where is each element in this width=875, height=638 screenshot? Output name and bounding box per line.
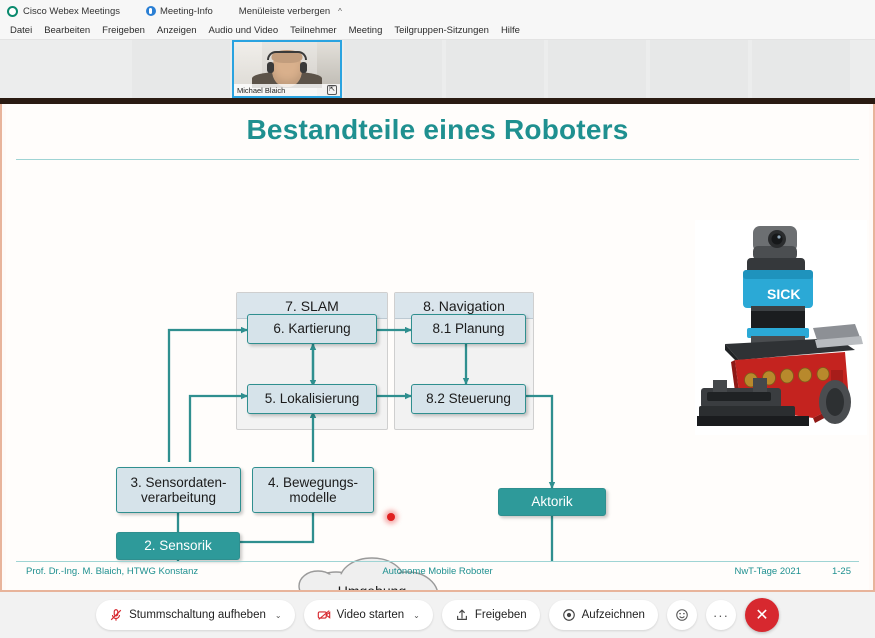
video-tile-empty[interactable] [342,40,444,98]
share-icon [456,609,467,620]
menu-item-datei[interactable]: Datei [4,25,38,36]
svg-text:SICK: SICK [767,286,800,302]
title-divider [16,159,859,160]
participant-filmstrip: Michael Blaich ⇱ [0,40,875,98]
node-bewegung-line2: modelle [289,490,337,505]
video-tile-empty[interactable] [130,40,232,98]
reactions-button[interactable] [666,600,697,630]
video-tile-empty[interactable] [546,40,648,98]
headset-left-icon [267,62,274,73]
record-button-label: Aufzeichnen [581,609,645,621]
node-bewegungsmodelle[interactable]: 4. Bewegungs- modelle [252,467,374,513]
camera-off-icon [317,610,330,620]
more-options-button[interactable]: ··· [705,600,736,630]
info-icon [145,6,156,16]
meeting-control-bar: Stummschaltung aufheben ⌄ Video starten … [0,592,875,638]
participant-name: Michael Blaich [237,85,286,95]
start-video-button[interactable]: Video starten ⌄ [303,600,433,630]
more-icon: ··· [712,607,729,623]
headset-right-icon [300,62,307,73]
chevron-down-icon[interactable]: ⌄ [413,611,420,620]
menu-item-audio-und-video[interactable]: Audio und Video [203,25,285,36]
expand-icon[interactable]: ⇱ [327,85,337,95]
footer-divider [16,561,859,562]
chevron-up-icon: ^ [338,6,342,16]
menu-item-teilnehmer[interactable]: Teilnehmer [284,25,342,36]
headset-band-icon [267,51,307,60]
start-video-button-label: Video starten [336,609,405,621]
webex-brand-label: Cisco Webex Meetings [23,5,120,17]
video-tile-empty[interactable] [444,40,546,98]
menu-bar: Datei Bearbeiten Freigeben Anzeigen Audi… [0,22,875,40]
node-bewegung-line1: 4. Bewegungs- [267,474,359,490]
slide-canvas: Bestandteile eines Roboters 7. SLAM 8. N… [6,104,869,590]
menu-item-teilgruppen-sitzungen[interactable]: Teilgruppen-Sitzungen [388,25,495,36]
node-steuerung[interactable]: 8.2 Steuerung [411,384,526,414]
participant-name-bar: Michael Blaich ⇱ [234,84,340,96]
menu-item-bearbeiten[interactable]: Bearbeiten [38,25,96,36]
shared-slide: Bestandteile eines Roboters 7. SLAM 8. N… [0,104,875,592]
laser-pointer-dot [387,513,395,521]
mic-off-icon [110,609,122,621]
emoji-icon [676,609,688,621]
video-tile-active[interactable]: Michael Blaich ⇱ [232,40,342,98]
menu-item-meeting[interactable]: Meeting [343,25,389,36]
meeting-info-label: Meeting-Info [159,5,213,17]
close-icon: ✕ [755,607,769,624]
footer-subject: Autonome Mobile Roboter [382,566,493,577]
hide-menubar-label: Menüleiste verbergen [238,5,331,17]
robot-photo: SICK [695,220,867,435]
slide-footer: Prof. Dr.-Ing. M. Blaich, HTWG Konstanz … [18,564,857,582]
footer-event: NwT-Tage 2021 [734,566,801,577]
node-lokalisierung[interactable]: 5. Lokalisierung [247,384,377,414]
filmstrip-spacer [0,40,130,98]
node-kartierung-label: 6. Kartierung [273,321,351,337]
share-button-label: Freigeben [474,609,527,621]
node-steuerung-label: 8.2 Steuerung [426,391,511,407]
node-lokalisierung-label: 5. Lokalisierung [264,391,360,407]
video-tile-empty[interactable] [648,40,750,98]
hide-menubar-button[interactable]: Menüleiste verbergen ^ [239,6,342,17]
footer-author: Prof. Dr.-Ing. M. Blaich, HTWG Konstanz [26,566,199,577]
node-sensordatenverarbeitung[interactable]: 3. Sensordaten- verarbeitung [116,467,241,513]
mobile-robot-illustration: SICK [695,220,867,435]
meeting-info-button[interactable]: Meeting-Info [145,5,213,17]
node-umgebung-label: Umgebung [337,583,407,592]
webex-brand: Cisco Webex Meetings [7,5,120,17]
webex-meeting-window: Cisco Webex Meetings Meeting-Info Menüle… [0,0,875,638]
node-aktorik-label: Aktorik [531,494,573,510]
slide-title: Bestandteile eines Roboters [246,114,629,145]
webex-logo-icon [7,5,18,17]
menu-item-anzeigen[interactable]: Anzeigen [151,25,203,36]
node-sensorik-label: 2. Sensorik [144,538,212,554]
record-button[interactable]: Aufzeichnen [548,600,658,630]
mute-button-label: Stummschaltung aufheben [129,609,266,621]
menu-item-hilfe[interactable]: Hilfe [495,25,526,36]
node-planung-label: 8.1 Planung [432,321,505,337]
node-sensordaten-line1: 3. Sensordaten- [130,474,227,490]
menu-item-freigeben[interactable]: Freigeben [96,25,151,36]
webex-title-bar: Cisco Webex Meetings Meeting-Info Menüle… [0,0,875,22]
robot-architecture-diagram: 7. SLAM 8. Navigation 6. Kartierung 5. L… [6,162,873,590]
end-meeting-button[interactable]: ✕ [744,598,779,632]
share-button[interactable]: Freigeben [441,600,540,630]
node-planung[interactable]: 8.1 Planung [411,314,526,344]
video-tile-empty[interactable] [750,40,852,98]
node-sensordaten-line2: verarbeitung [140,490,217,505]
node-sensorik[interactable]: 2. Sensorik [116,532,240,560]
footer-page-number: 1-25 [831,566,851,577]
record-icon [562,609,575,621]
mute-button[interactable]: Stummschaltung aufheben ⌄ [96,600,295,630]
node-kartierung[interactable]: 6. Kartierung [247,314,377,344]
node-aktorik[interactable]: Aktorik [498,488,606,516]
chevron-down-icon[interactable]: ⌄ [275,611,282,620]
